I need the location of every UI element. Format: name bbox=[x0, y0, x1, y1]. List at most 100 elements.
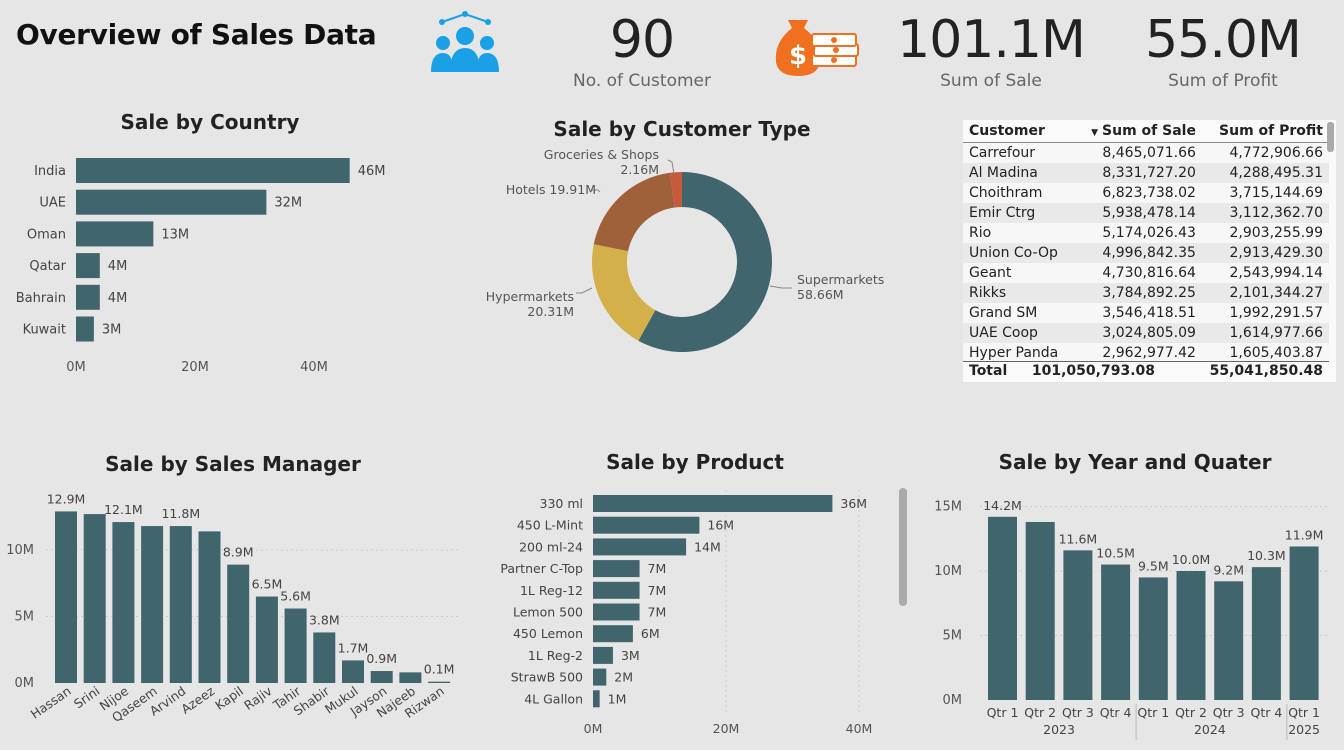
table-cell-profit: 2,913,429.30 bbox=[1201, 242, 1329, 263]
table-cell-profit: 1,614,977.66 bbox=[1201, 322, 1329, 343]
total-sale: 101,050,793.08 bbox=[1031, 363, 1155, 379]
quarter-bar bbox=[1101, 564, 1131, 700]
manager-value-label: 8.9M bbox=[223, 545, 254, 560]
table-row[interactable]: Hyper Panda 2,962,977.42 1,605,403.87 bbox=[963, 342, 1329, 363]
product-bar bbox=[593, 690, 600, 708]
table-row[interactable]: Rikks 3,784,892.25 2,101,344.27 bbox=[963, 282, 1329, 303]
table-cell-sale: 3,546,418.51 bbox=[1073, 302, 1202, 323]
product-value-label: 3M bbox=[621, 648, 640, 663]
product-bar bbox=[593, 603, 640, 621]
page-title: Overview of Sales Data bbox=[16, 18, 377, 51]
svg-text:$: $ bbox=[789, 41, 807, 71]
table-row[interactable]: Carrefour 8,465,071.66 4,772,906.66 bbox=[963, 142, 1329, 163]
table-cell-profit: 4,772,906.66 bbox=[1201, 142, 1329, 163]
manager-bar bbox=[55, 511, 77, 683]
table-cell-profit: 2,903,255.99 bbox=[1201, 222, 1329, 243]
table-row[interactable]: Union Co-Op 4,996,842.35 2,913,429.30 bbox=[963, 242, 1329, 263]
manager-value-label: 12.9M bbox=[47, 491, 86, 506]
quarter-category-label: Qtr 2 bbox=[1024, 705, 1056, 720]
table-row[interactable]: Grand SM 3,546,418.51 1,992,291.57 bbox=[963, 302, 1329, 323]
quarter-category-label: Qtr 3 bbox=[1213, 705, 1245, 720]
total-profit: 55,041,850.48 bbox=[1209, 363, 1323, 379]
sort-desc-icon: ▼ bbox=[1091, 128, 1099, 138]
product-bar bbox=[593, 581, 640, 599]
table-row[interactable]: Emir Ctrg 5,938,478.14 3,112,362.70 bbox=[963, 202, 1329, 223]
country-category-label: UAE bbox=[39, 196, 66, 211]
manager-bar-chart: 0M5M10M12.9MHassanSrini12.1MNijoeQaseem1… bbox=[6, 491, 460, 725]
table-row[interactable]: UAE Coop 3,024,805.09 1,614,977.66 bbox=[963, 322, 1329, 343]
manager-bar bbox=[370, 671, 393, 683]
manager-value-label: 5.6M bbox=[280, 589, 311, 604]
product-bar bbox=[593, 538, 687, 556]
product-x-tick: 20M bbox=[713, 721, 740, 736]
product-value-label: 14M bbox=[694, 539, 721, 554]
quarter-bar bbox=[1176, 571, 1206, 700]
table-cell-sale: 5,938,478.14 bbox=[1073, 202, 1202, 223]
donut-slice-label: Hotels 19.91M bbox=[506, 182, 596, 197]
table-cell-sale: 6,823,738.02 bbox=[1073, 182, 1202, 203]
table-cell-sale: 8,331,727.20 bbox=[1073, 162, 1202, 183]
quarter-category-label: Qtr 2 bbox=[1175, 705, 1207, 720]
col-header-sum-of-profit[interactable]: Sum of Profit bbox=[1201, 120, 1329, 143]
quarter-value-label: 10.0M bbox=[1172, 552, 1211, 567]
donut-leader-line bbox=[769, 285, 792, 289]
quarter-year-label: 2024 bbox=[1194, 722, 1226, 737]
quarter-y-tick: 5M bbox=[943, 629, 963, 644]
country-bar bbox=[76, 253, 100, 279]
table-cell-customer: Choithram bbox=[963, 182, 1074, 203]
table-cell-sale: 4,730,816.64 bbox=[1073, 262, 1202, 283]
product-category-label: 450 L-Mint bbox=[517, 518, 583, 533]
table-scrollbar[interactable] bbox=[1327, 122, 1334, 152]
product-value-label: 16M bbox=[707, 518, 734, 533]
manager-category-label: Srini bbox=[71, 683, 103, 711]
table-cell-profit: 2,543,994.14 bbox=[1201, 262, 1329, 283]
quarter-bar bbox=[1025, 521, 1055, 700]
product-bar bbox=[593, 625, 633, 643]
table-cell-profit: 4,288,495.31 bbox=[1201, 162, 1329, 183]
table-row[interactable]: Choithram 6,823,738.02 3,715,144.69 bbox=[963, 182, 1329, 203]
year-quarter-chart-title: Sale by Year and Quater bbox=[998, 450, 1272, 474]
kpi-sum-of-profit: 55.0M bbox=[1145, 10, 1302, 70]
manager-bar bbox=[169, 526, 192, 683]
table-cell-sale: 8,465,071.66 bbox=[1073, 142, 1202, 163]
donut-slice bbox=[593, 172, 675, 252]
country-bar-chart: India 46M UAE 32M Oman 13M Qatar 4M Bahrain 4M Kuw… bbox=[16, 158, 386, 375]
manager-bar bbox=[227, 564, 250, 683]
product-category-label: 450 Lemon bbox=[513, 626, 583, 641]
manager-bar bbox=[83, 514, 106, 683]
table-cell-sale: 2,962,977.42 bbox=[1073, 342, 1202, 363]
manager-category-label: Rajiv bbox=[241, 683, 275, 713]
quarter-category-label: Qtr 1 bbox=[1288, 705, 1320, 720]
col-header-customer[interactable]: Customer bbox=[963, 120, 1074, 143]
quarter-value-label: 9.5M bbox=[1138, 558, 1169, 573]
country-value-label: 4M bbox=[108, 291, 128, 306]
quarter-year-label: 2023 bbox=[1043, 722, 1075, 737]
product-chart-scrollbar[interactable] bbox=[899, 488, 907, 606]
quarter-category-label: Qtr 1 bbox=[1137, 705, 1169, 720]
year-quarter-bar-chart: 0M 5M 10M 15M 14.2M Qtr 1 Qtr 2 11.6M Qtr 3 10.5M… bbox=[934, 498, 1330, 740]
country-category-label: Qatar bbox=[29, 259, 66, 274]
table-cell-customer: Rio bbox=[963, 222, 1074, 243]
product-category-label: 200 ml-24 bbox=[519, 539, 583, 554]
table-cell-customer: UAE Coop bbox=[963, 322, 1074, 343]
quarter-year-label: 2025 bbox=[1288, 722, 1320, 737]
product-bar bbox=[593, 560, 640, 578]
country-bar bbox=[76, 189, 267, 215]
quarter-y-tick: 15M bbox=[934, 500, 962, 515]
product-x-tick: 0M bbox=[584, 721, 603, 736]
quarter-bar bbox=[1289, 546, 1319, 700]
kpi-sum-of-sale-label: Sum of Sale bbox=[940, 71, 1042, 91]
manager-value-label: 12.1M bbox=[104, 502, 143, 517]
customer-table[interactable]: Customer ▼ Sum of Sale Sum of Profit Carr… bbox=[963, 120, 1336, 382]
table-row[interactable]: Geant 4,730,816.64 2,543,994.14 bbox=[963, 262, 1329, 283]
product-bar-chart: 330 ml 36M 450 L-Mint 16M 200 ml-24 14M Partne… bbox=[500, 490, 872, 736]
manager-value-label: 6.5M bbox=[252, 577, 283, 592]
product-bar bbox=[593, 646, 613, 664]
col-header-sum-of-sale[interactable]: ▼ Sum of Sale bbox=[1073, 120, 1202, 143]
table-row[interactable]: Al Madina 8,331,727.20 4,288,495.31 bbox=[963, 162, 1329, 183]
product-value-label: 2M bbox=[614, 670, 633, 685]
table-row[interactable]: Rio 5,174,026.43 2,903,255.99 bbox=[963, 222, 1329, 243]
country-value-label: 46M bbox=[358, 164, 386, 179]
country-value-label: 4M bbox=[108, 259, 128, 274]
product-category-label: 4L Gallon bbox=[524, 691, 583, 706]
